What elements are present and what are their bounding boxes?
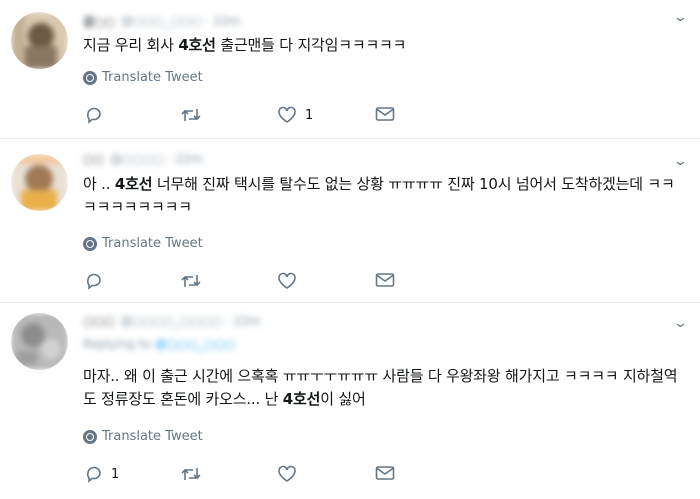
direct-message-button[interactable] [375, 465, 395, 481]
chevron-down-icon[interactable]: ⌄ [673, 316, 688, 331]
avatar[interactable] [11, 313, 68, 370]
globe-icon [83, 236, 97, 251]
translate-tweet-link[interactable]: Translate Tweet [83, 429, 203, 444]
heart-icon [278, 465, 296, 482]
highlighted-keyword: 4호선 [178, 36, 216, 54]
envelope-icon [375, 273, 395, 287]
direct-message-button[interactable] [375, 272, 395, 288]
tweet-text: 지금 우리 회사 4호선 출근맨들 다 지각임ㅋㅋㅋㅋㅋ [83, 36, 407, 54]
avatar[interactable] [11, 154, 68, 211]
globe-icon [83, 429, 97, 444]
display-name[interactable]: ○○ [83, 152, 104, 166]
display-name[interactable]: 강○○ [83, 13, 115, 30]
retweet-button[interactable] [181, 272, 209, 290]
tweet-header: ○○ @○○○○ · 22m [83, 150, 202, 168]
heart-icon [278, 106, 296, 123]
reply-button[interactable]: 1 [85, 465, 119, 483]
avatar[interactable] [11, 12, 68, 69]
translate-label: Translate Tweet [102, 429, 203, 444]
display-name[interactable]: ○○○ [83, 314, 114, 328]
translate-tweet-link[interactable]: Translate Tweet [83, 236, 203, 251]
retweet-button[interactable] [181, 465, 209, 483]
tweet-actions [83, 272, 423, 294]
tweet-header: 강○○ @○○○_○○○ · 22m [83, 12, 240, 30]
envelope-icon [375, 466, 395, 480]
reply-button[interactable] [85, 106, 111, 124]
highlighted-keyword: 4호선 [114, 175, 153, 193]
retweet-icon [181, 468, 201, 480]
heart-icon [278, 272, 296, 289]
chevron-down-icon[interactable]: ⌄ [673, 154, 688, 169]
retweet-button[interactable] [181, 106, 209, 124]
tweet-text: 마자.. 왜 이 출근 시간에 으혹혹 ㅠㅠㅜㅜㅠㅠㅠ 사람들 다 우왕좌왕 해… [83, 367, 678, 408]
tweet[interactable]: ○○ @○○○○ · 22m ⌄ 아 .. 4호선 너무해 진짜 택시를 탈수도… [0, 139, 700, 302]
like-button[interactable] [277, 272, 305, 290]
tweet[interactable]: 강○○ @○○○_○○○ · 22m ⌄ 지금 우리 회사 4호선 출근맨들 다… [0, 0, 700, 138]
replying-to: Replying to @○○○_○○○ [83, 337, 235, 351]
direct-message-button[interactable] [375, 106, 395, 122]
translate-label: Translate Tweet [102, 70, 203, 85]
user-handle[interactable]: @○○○_○○○ · 22m [121, 14, 240, 28]
tweet-text: 아 .. 4호선 너무해 진짜 택시를 탈수도 없는 상황 ㅠㅠㅠㅠ 진짜 10… [83, 175, 675, 216]
globe-icon [83, 70, 97, 85]
like-button[interactable] [277, 465, 305, 483]
retweet-icon [181, 275, 201, 287]
highlighted-keyword: 4호선 [282, 390, 321, 408]
tweet-actions: 1 [83, 106, 423, 128]
retweet-icon [181, 109, 201, 121]
tweet[interactable]: ○○○ @○○○○_○○○○ · 22m ⌄ Replying to @○○○_… [0, 303, 700, 499]
reply-icon [86, 107, 101, 124]
translate-tweet-link[interactable]: Translate Tweet [83, 70, 203, 85]
chevron-down-icon[interactable]: ⌄ [673, 10, 688, 25]
like-button[interactable]: 1 [277, 106, 313, 124]
tweet-actions: 1 [83, 465, 423, 487]
translate-label: Translate Tweet [102, 236, 203, 251]
reply-button[interactable] [85, 272, 111, 290]
user-handle[interactable]: @○○○○_○○○○ · 22m [120, 314, 260, 328]
user-handle[interactable]: @○○○○ · 22m [110, 152, 202, 166]
mention-link[interactable]: @○○○_○○○ [155, 337, 236, 351]
envelope-icon [375, 107, 395, 121]
replying-to-label: Replying to [83, 337, 151, 351]
reply-icon [86, 273, 101, 290]
reply-icon [86, 466, 101, 483]
tweet-header: ○○○ @○○○○_○○○○ · 22m [83, 312, 261, 330]
